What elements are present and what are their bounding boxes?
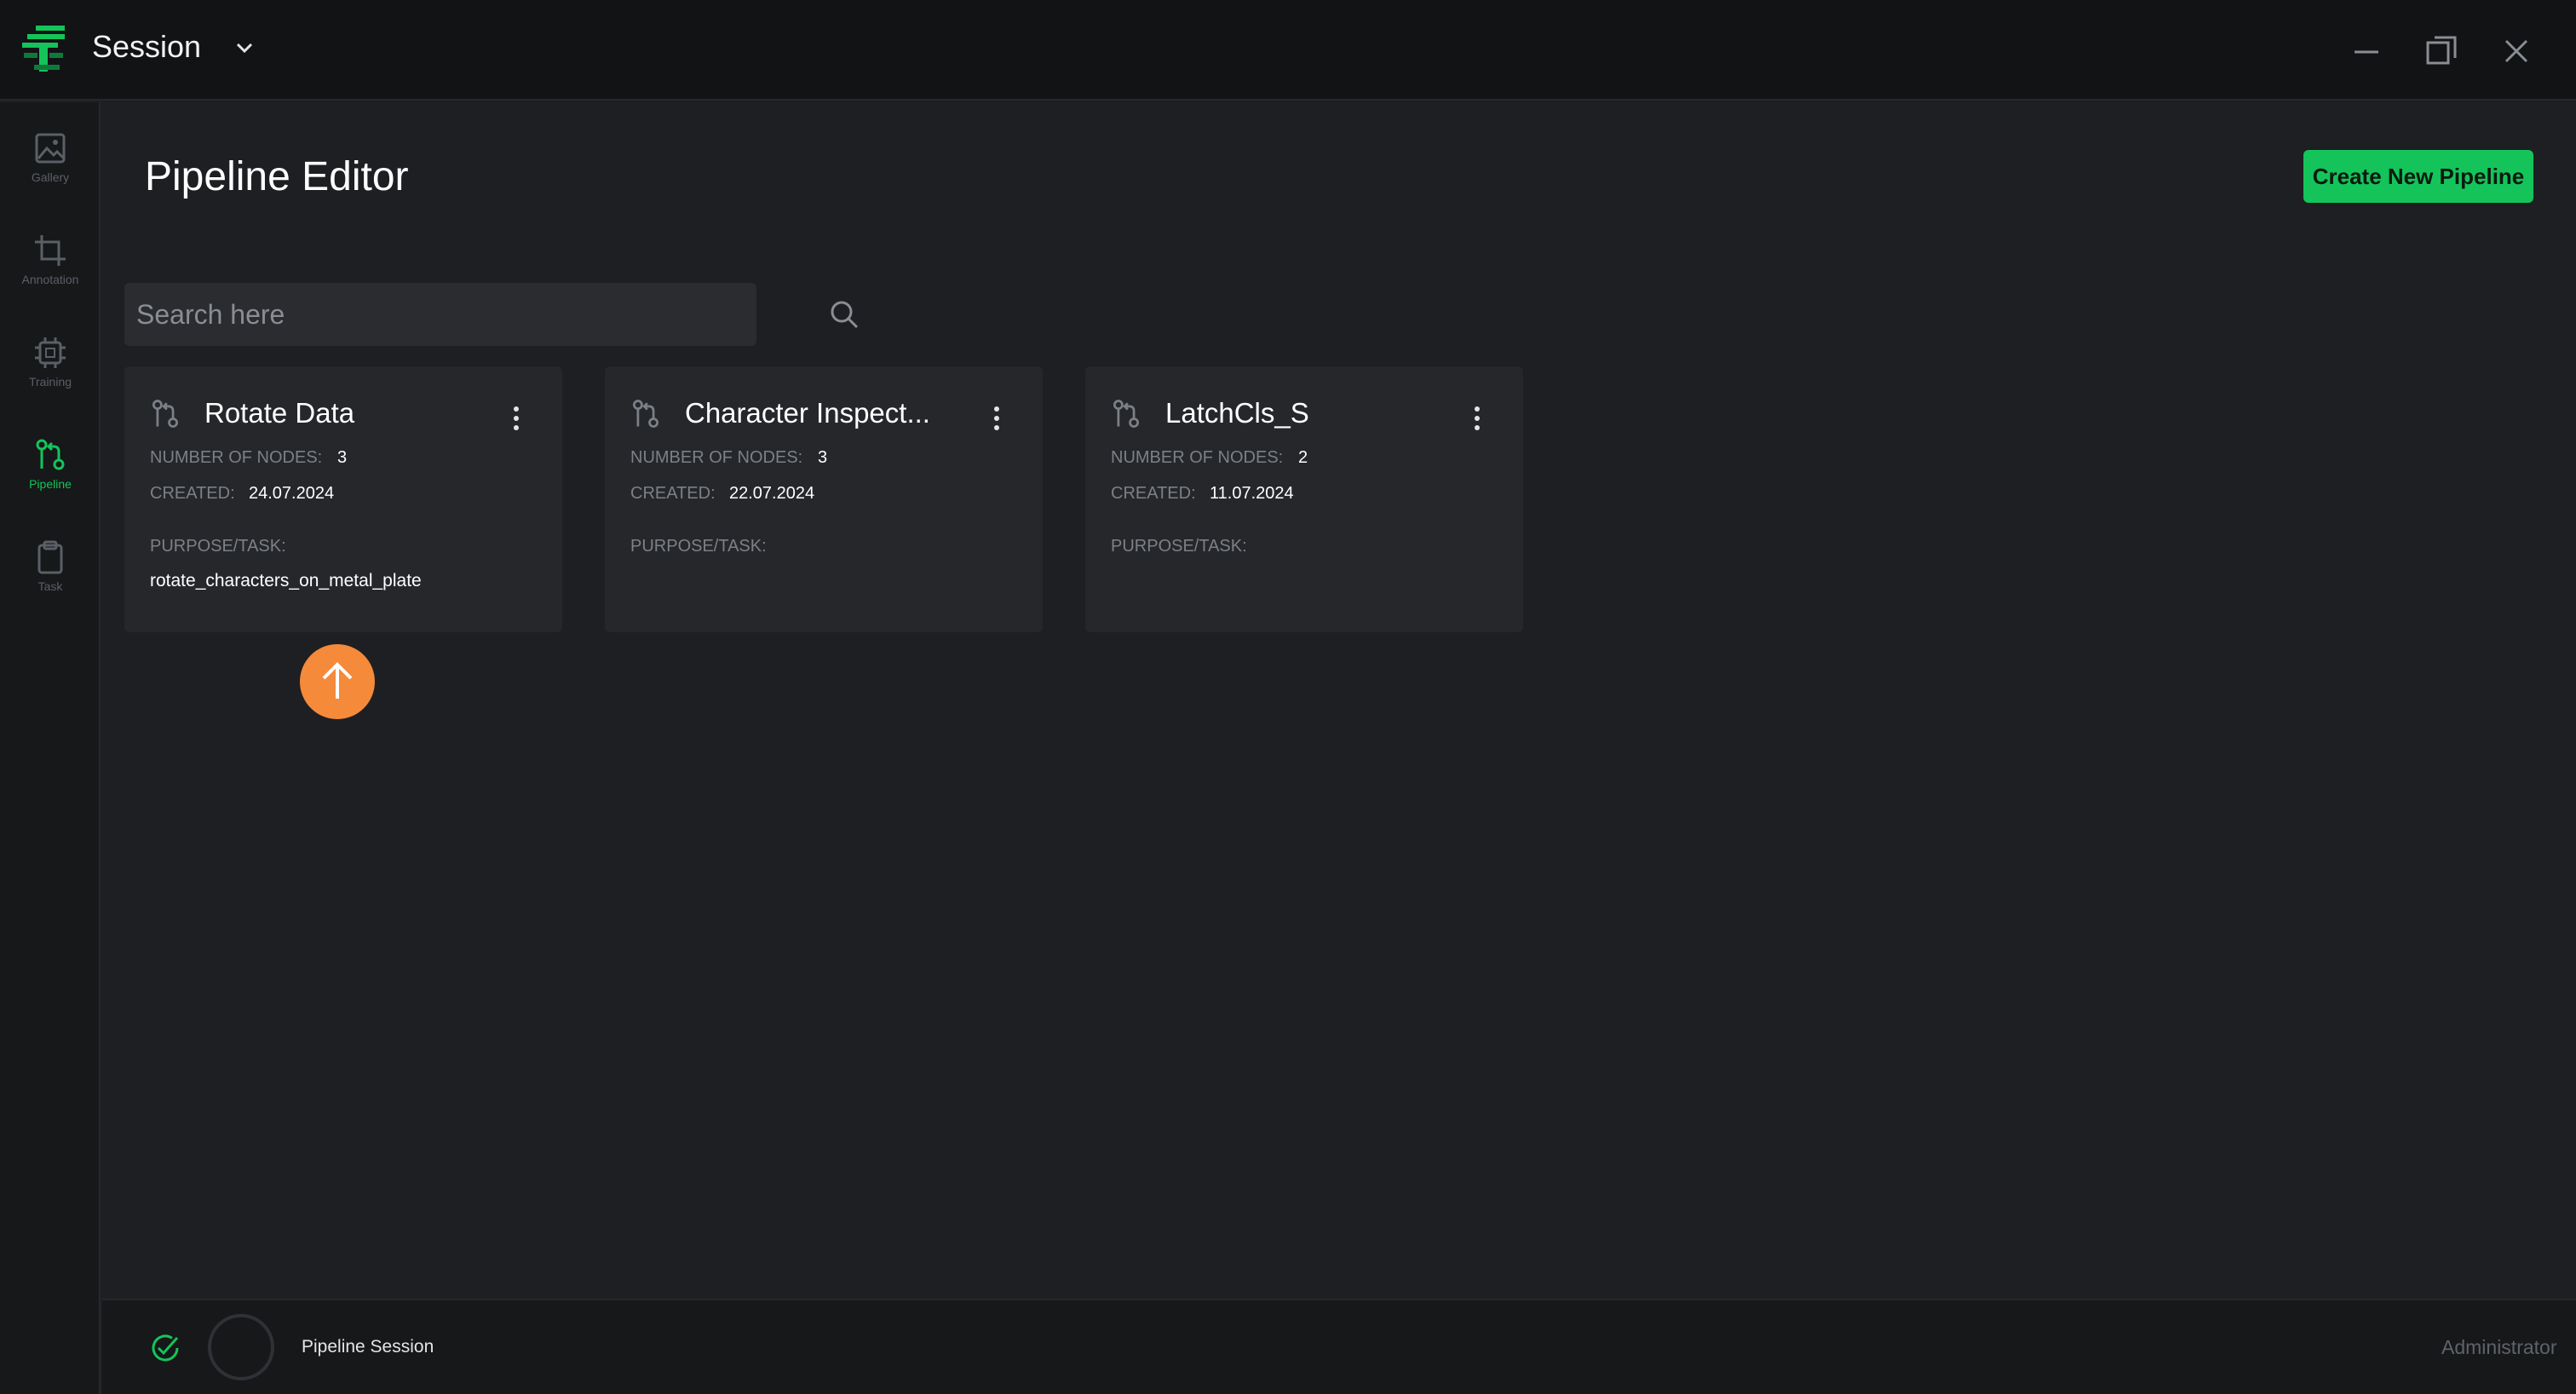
- restore-window-icon[interactable]: [2419, 29, 2464, 73]
- purpose-label: PURPOSE/TASK:: [150, 537, 286, 556]
- purpose-label: PURPOSE/TASK:: [630, 537, 767, 556]
- crop-icon: [35, 235, 66, 266]
- sidebar-item-training[interactable]: Training: [0, 324, 101, 418]
- nodes-value: 3: [337, 448, 348, 467]
- sidebar-item-task[interactable]: Task: [0, 528, 101, 622]
- search-box: [124, 283, 859, 346]
- created-value: 11.07.2024: [1210, 484, 1294, 503]
- more-vertical-icon[interactable]: [1469, 404, 1486, 433]
- sidebar-item-label: Task: [37, 579, 63, 593]
- nodes-label: NUMBER OF NODES:: [150, 448, 323, 467]
- more-vertical-icon[interactable]: [508, 404, 525, 433]
- sidebar-item-gallery[interactable]: Gallery: [0, 119, 101, 213]
- sidebar-item-annotation[interactable]: Annotation: [0, 222, 101, 315]
- pipeline-icon: [36, 439, 65, 470]
- pipeline-card[interactable]: Character Inspect... NUMBER OF NODES: 3 …: [605, 366, 1043, 632]
- sidebar: Gallery Annotation Training Pipeline Tas…: [0, 102, 101, 1394]
- sidebar-item-label: Annotation: [21, 273, 79, 286]
- cursor-indicator: [300, 644, 375, 719]
- created-label: CREATED:: [1111, 484, 1196, 503]
- created-value: 24.07.2024: [249, 484, 335, 503]
- created-label: CREATED:: [150, 484, 235, 503]
- title-bar: Session: [0, 0, 2576, 101]
- status-bar: Pipeline Session Administrator: [102, 1299, 2576, 1394]
- more-vertical-icon[interactable]: [988, 404, 1005, 433]
- nodes-value: 3: [818, 448, 828, 467]
- search-icon[interactable]: [828, 298, 860, 331]
- session-status-ring: [208, 1314, 274, 1380]
- pipeline-icon: [1113, 400, 1139, 428]
- page-title: Pipeline Editor: [145, 154, 409, 199]
- nodes-label: NUMBER OF NODES:: [1111, 448, 1284, 467]
- arrow-up-icon: [322, 662, 353, 699]
- chevron-down-icon[interactable]: [233, 39, 256, 56]
- card-title: Rotate Data: [204, 397, 355, 429]
- app-logo-icon: [22, 26, 65, 72]
- created-label: CREATED:: [630, 484, 716, 503]
- pipeline-card[interactable]: LatchCls_S NUMBER OF NODES: 2 CREATED: 1…: [1085, 366, 1523, 632]
- sidebar-item-pipeline[interactable]: Pipeline: [0, 426, 101, 520]
- created-value: 22.07.2024: [729, 484, 815, 503]
- search-input[interactable]: [136, 291, 681, 337]
- clipboard-icon: [37, 540, 63, 574]
- close-icon[interactable]: [2494, 29, 2539, 73]
- session-name: Pipeline Session: [302, 1337, 434, 1357]
- sidebar-item-label: Pipeline: [29, 477, 72, 491]
- card-title: LatchCls_S: [1165, 397, 1309, 429]
- create-new-pipeline-button[interactable]: Create New Pipeline: [2303, 150, 2533, 203]
- purpose-value: rotate_characters_on_metal_plate: [150, 571, 422, 590]
- pipeline-icon: [152, 400, 178, 428]
- nodes-label: NUMBER OF NODES:: [630, 448, 803, 467]
- session-selector-label[interactable]: Session: [92, 29, 201, 65]
- minimize-icon[interactable]: [2344, 29, 2389, 73]
- chip-icon: [35, 337, 66, 368]
- nodes-value: 2: [1298, 448, 1308, 467]
- check-circle-icon: [152, 1334, 179, 1362]
- sidebar-item-label: Gallery: [31, 170, 70, 184]
- card-title: Character Inspect...: [685, 397, 930, 429]
- pipeline-icon: [633, 400, 658, 428]
- sidebar-item-label: Training: [28, 375, 72, 389]
- main-content: [102, 102, 2576, 1299]
- user-name[interactable]: Administrator: [2441, 1336, 2556, 1359]
- pipeline-card[interactable]: Rotate Data NUMBER OF NODES: 3 CREATED: …: [124, 366, 562, 632]
- purpose-label: PURPOSE/TASK:: [1111, 537, 1247, 556]
- image-icon: [35, 133, 66, 164]
